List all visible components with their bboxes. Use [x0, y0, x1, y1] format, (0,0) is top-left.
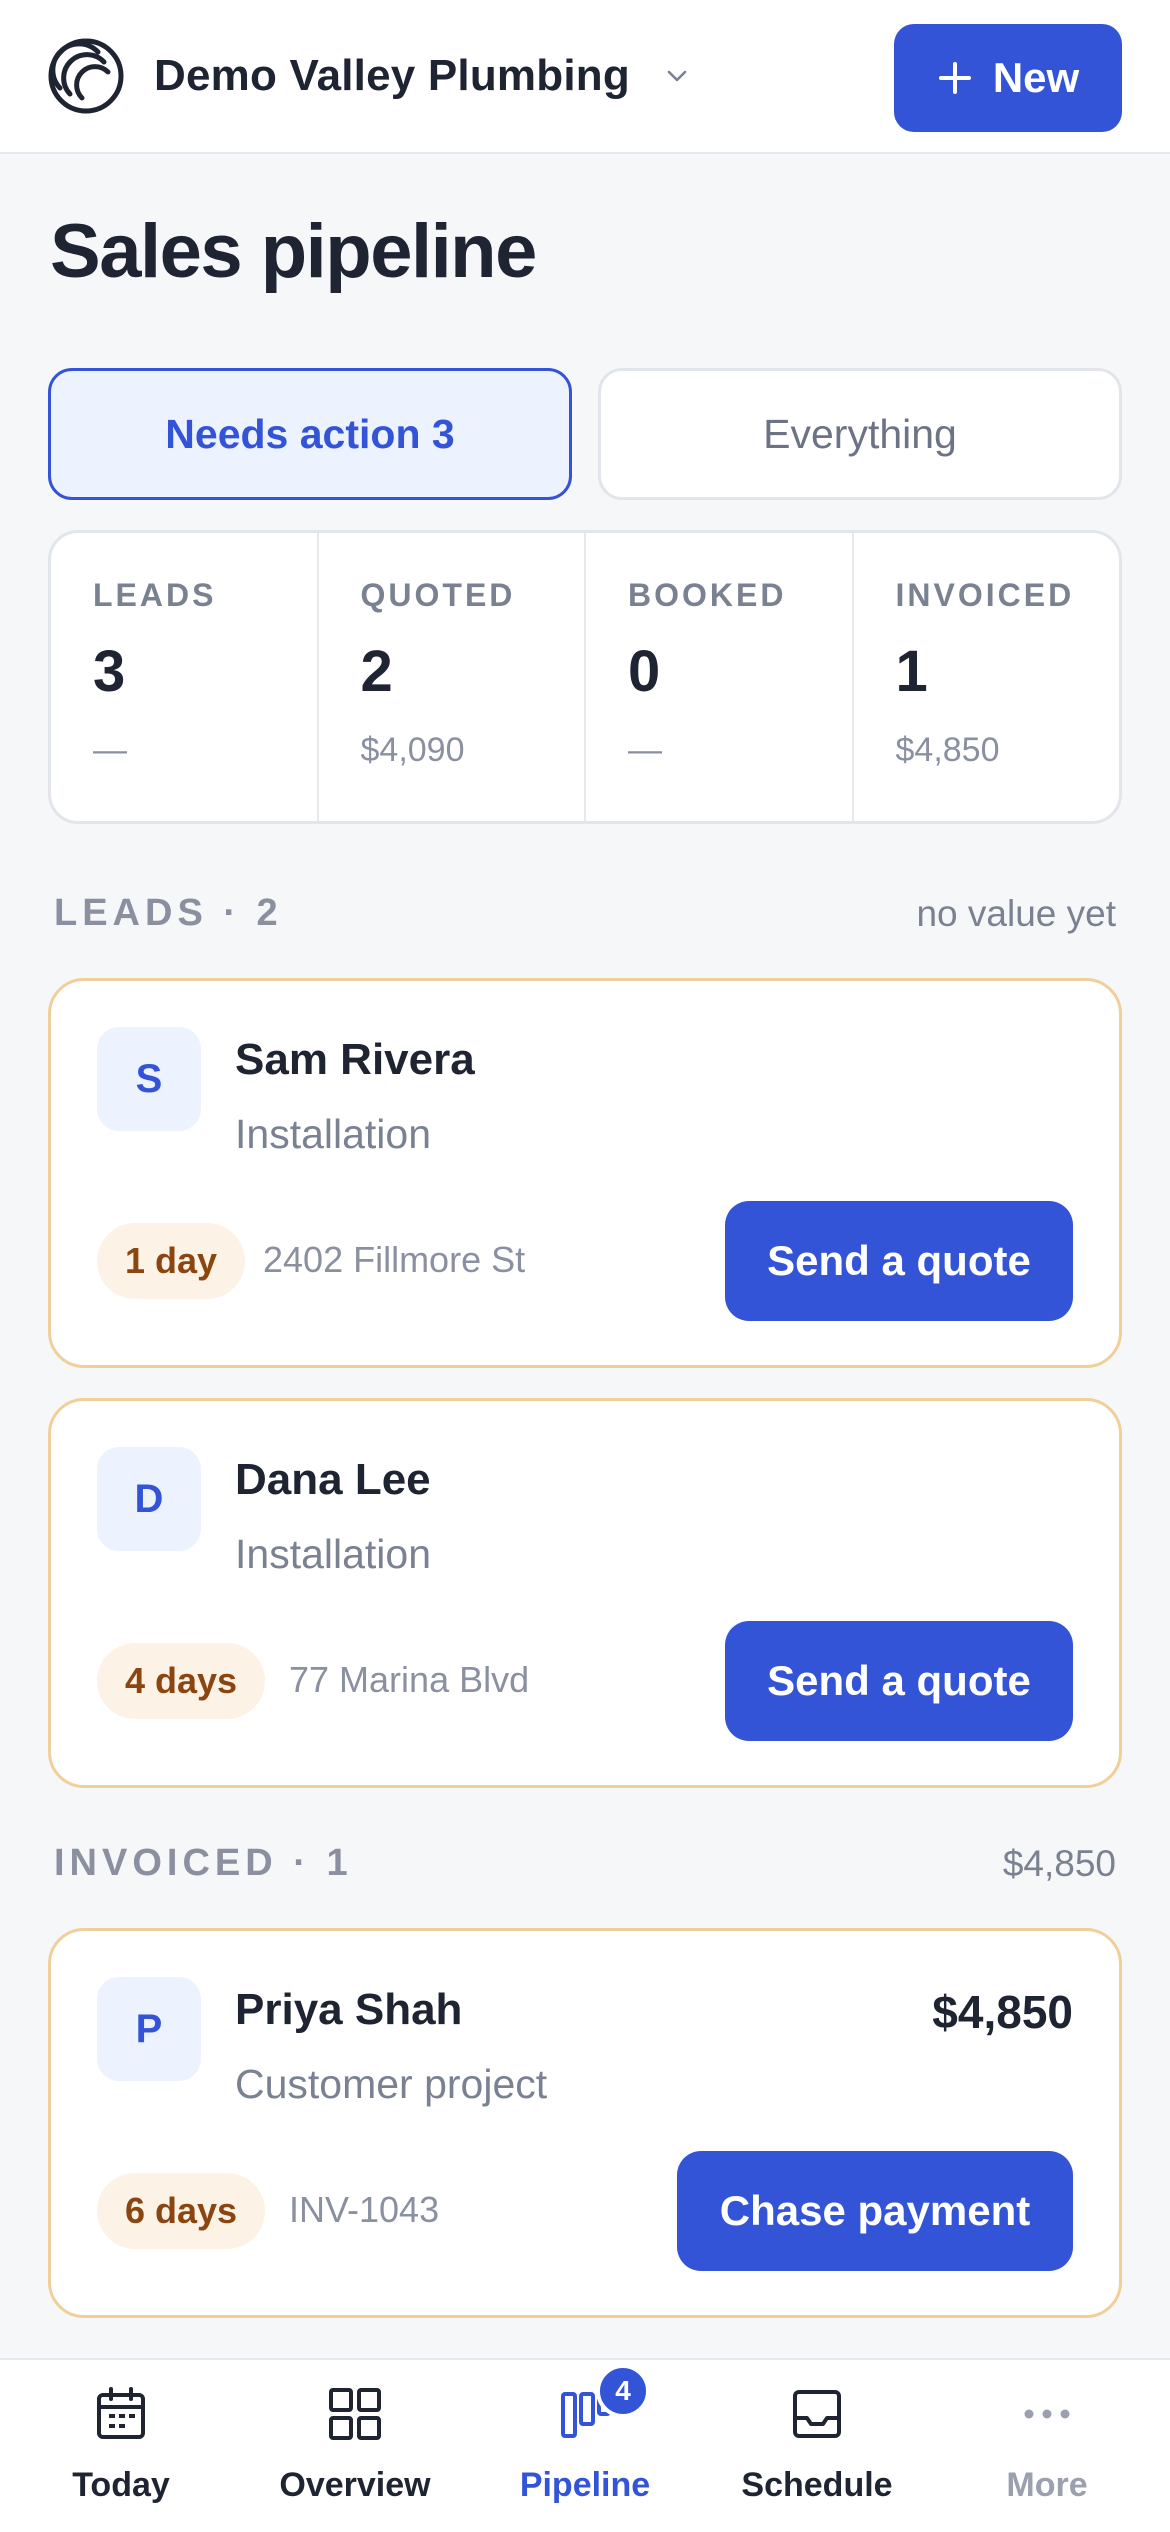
- stat-label: INVOICED: [895, 577, 1075, 613]
- nav-overview[interactable]: Overview: [238, 2360, 472, 2532]
- nav-label: Schedule: [741, 2466, 893, 2504]
- section-meta: no value yet: [916, 892, 1116, 934]
- nav-more[interactable]: More: [930, 2360, 1164, 2532]
- grid-icon: [329, 2388, 381, 2440]
- page-title: Sales pipeline: [50, 209, 537, 294]
- pipeline-card[interactable]: S Sam Rivera Installation 1 day 2402 Fil…: [48, 978, 1122, 1368]
- section-title: LEADS · 2: [54, 892, 283, 934]
- nav-schedule[interactable]: Schedule: [700, 2360, 934, 2532]
- nav-label: Pipeline: [519, 2466, 651, 2504]
- nav-label: More: [1006, 2466, 1088, 2504]
- job-type: Installation: [235, 1111, 432, 1157]
- stat-quoted[interactable]: QUOTED 2 $4,090: [319, 533, 586, 821]
- stat-label: QUOTED: [360, 577, 516, 613]
- pipeline-count-badge: 4: [596, 2364, 650, 2418]
- send-quote-button[interactable]: Send a quote: [725, 1621, 1073, 1741]
- stat-count: 2: [360, 639, 393, 704]
- stat-count: 3: [93, 639, 126, 704]
- section-title: INVOICED · 1: [54, 1842, 353, 1884]
- pipeline-card[interactable]: D Dana Lee Installation 4 days 77 Marina…: [48, 1398, 1122, 1788]
- age-badge: 1 day: [97, 1223, 246, 1299]
- section-header-invoiced: INVOICED · 1 $4,850: [54, 1842, 1116, 1885]
- avatar: S: [97, 1027, 201, 1131]
- new-button[interactable]: New: [894, 24, 1122, 132]
- invoice-amount: $4,850: [932, 1986, 1073, 2038]
- job-type: Customer project: [235, 2061, 548, 2107]
- avatar: D: [97, 1447, 201, 1551]
- stat-label: BOOKED: [628, 577, 787, 613]
- customer-name: Dana Lee: [235, 1455, 431, 1504]
- age-badge: 6 days: [97, 2173, 266, 2249]
- nav-label: Today: [72, 2466, 170, 2504]
- section-header-leads: LEADS · 2 no value yet: [54, 892, 1116, 935]
- stat-leads[interactable]: LEADS 3 —: [51, 533, 319, 821]
- section-meta: $4,850: [1002, 1842, 1116, 1884]
- nav-today[interactable]: Today: [4, 2360, 238, 2532]
- app-header: Demo Valley Plumbing New: [0, 0, 1170, 154]
- stat-booked[interactable]: BOOKED 0 —: [586, 533, 854, 821]
- card-address: 2402 Fillmore St: [263, 1239, 526, 1280]
- stat-invoiced[interactable]: INVOICED 1 $4,850: [854, 533, 1120, 821]
- nav-label: Overview: [279, 2466, 431, 2504]
- stat-value: —: [93, 731, 127, 769]
- bottom-nav: Today Overview 4 Pipeline Schedule More: [0, 2358, 1170, 2532]
- stat-count: 1: [895, 639, 928, 704]
- concentric-arcs-logo-icon[interactable]: [48, 38, 124, 114]
- new-button-label: New: [992, 54, 1080, 101]
- calendar-icon: [97, 2387, 145, 2439]
- customer-name: Priya Shah: [235, 1985, 463, 2034]
- stat-value: —: [628, 731, 662, 769]
- card-address: 77 Marina Blvd: [289, 1659, 530, 1700]
- chase-payment-button[interactable]: Chase payment: [677, 2151, 1073, 2271]
- avatar: P: [97, 1977, 201, 2081]
- filter-everything[interactable]: Everything: [598, 368, 1122, 500]
- business-name[interactable]: Demo Valley Plumbing: [154, 51, 630, 101]
- inbox-icon: [793, 2390, 841, 2438]
- customer-name: Sam Rivera: [235, 1035, 475, 1084]
- age-badge: 4 days: [97, 1643, 266, 1719]
- stat-label: LEADS: [93, 577, 217, 613]
- filter-needs-action[interactable]: Needs action 3: [48, 368, 572, 500]
- job-type: Installation: [235, 1531, 432, 1577]
- pipeline-stats: LEADS 3 — QUOTED 2 $4,090 BOOKED 0 — INV…: [48, 530, 1122, 824]
- pipeline-card[interactable]: P Priya Shah Customer project $4,850 6 d…: [48, 1928, 1122, 2318]
- stat-count: 0: [628, 639, 661, 704]
- nav-pipeline[interactable]: 4 Pipeline: [468, 2360, 702, 2532]
- chevron-down-icon[interactable]: [664, 63, 690, 89]
- more-icon: [1024, 2409, 1070, 2419]
- stat-value: $4,090: [360, 731, 465, 769]
- invoice-number: INV-1043: [289, 2189, 440, 2230]
- plus-icon: [938, 62, 971, 94]
- send-quote-button[interactable]: Send a quote: [725, 1201, 1073, 1321]
- stat-value: $4,850: [895, 731, 1000, 769]
